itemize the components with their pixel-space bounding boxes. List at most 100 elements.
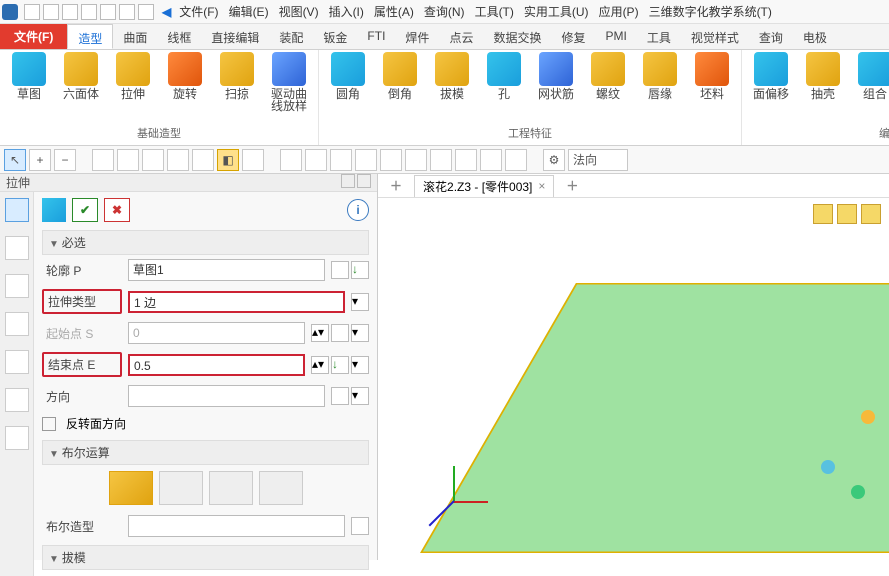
- new-icon[interactable]: [24, 4, 40, 20]
- section-required[interactable]: 必选: [42, 230, 369, 255]
- cursor-icon[interactable]: ↖: [4, 149, 26, 171]
- filter4-icon[interactable]: [167, 149, 189, 171]
- bool-base-button[interactable]: [109, 471, 153, 505]
- menu-utility[interactable]: 实用工具(U): [520, 1, 593, 22]
- cmd-hole[interactable]: 孔: [481, 52, 527, 100]
- add-doc-button[interactable]: ＋: [384, 177, 408, 194]
- snap1-icon[interactable]: [280, 149, 302, 171]
- dd-icon[interactable]: ▾: [351, 356, 369, 374]
- close-icon[interactable]: [357, 174, 371, 188]
- cmd-rib[interactable]: 网状筋: [533, 52, 579, 100]
- tab-dataex[interactable]: 数据交换: [483, 24, 551, 49]
- filter2-icon[interactable]: [117, 149, 139, 171]
- cmd-sweep[interactable]: 扫掠: [214, 52, 260, 100]
- add-doc-button-2[interactable]: ＋: [560, 177, 584, 194]
- snap10-icon[interactable]: [505, 149, 527, 171]
- cmd-hexahedron[interactable]: 六面体: [58, 52, 104, 100]
- pick-dir-icon[interactable]: [331, 387, 349, 405]
- menu-3dteach[interactable]: 三维数字化教学系统(T): [645, 1, 776, 22]
- print-icon[interactable]: [81, 4, 97, 20]
- dropdown-icon[interactable]: ▾: [351, 293, 369, 311]
- tab-tools[interactable]: 工具: [637, 24, 681, 49]
- close-icon[interactable]: ×: [538, 179, 545, 193]
- down-arrow-icon[interactable]: ↓: [351, 261, 369, 279]
- dd-icon[interactable]: ▾: [351, 324, 369, 342]
- pin-icon[interactable]: [341, 174, 355, 188]
- cmd-loft[interactable]: 驱动曲线放样: [266, 52, 312, 112]
- dd-icon[interactable]: ▾: [351, 387, 369, 405]
- cmd-lip[interactable]: 唇缘: [637, 52, 683, 100]
- sidenav-layer-icon[interactable]: [5, 274, 29, 298]
- file-tab[interactable]: 文件(F): [0, 24, 67, 49]
- tab-repair[interactable]: 修复: [551, 24, 595, 49]
- save-icon[interactable]: [62, 4, 78, 20]
- sidenav-link-icon[interactable]: [5, 426, 29, 450]
- sidenav-view-icon[interactable]: [5, 312, 29, 336]
- tab-assembly[interactable]: 装配: [269, 24, 313, 49]
- bool-sub-button[interactable]: [209, 471, 253, 505]
- viewcube-node[interactable]: [821, 460, 835, 474]
- snap2-icon[interactable]: [305, 149, 327, 171]
- tab-wireframe[interactable]: 线框: [157, 24, 201, 49]
- calc-icon[interactable]: [331, 324, 349, 342]
- spinner-icon[interactable]: ▴▾: [311, 324, 329, 342]
- viewcube-node[interactable]: [851, 485, 865, 499]
- menu-app[interactable]: 应用(P): [595, 1, 643, 22]
- tab-pmi[interactable]: PMI: [595, 24, 636, 49]
- sidenav-image-icon[interactable]: [5, 350, 29, 374]
- filter7-icon[interactable]: [242, 149, 264, 171]
- section-draft[interactable]: 拔模: [42, 545, 369, 570]
- cmd-blank[interactable]: 坯料: [689, 52, 735, 100]
- menu-insert[interactable]: 插入(I): [325, 1, 368, 22]
- canvas-3d[interactable]: [378, 198, 889, 560]
- cmd-combine[interactable]: 组合: [852, 52, 889, 100]
- sidenav-tree-icon[interactable]: [5, 236, 29, 260]
- menu-view[interactable]: 视图(V): [275, 1, 323, 22]
- sidenav-user-icon[interactable]: [5, 388, 29, 412]
- tab-sheetmetal[interactable]: 钣金: [313, 24, 357, 49]
- document-tab[interactable]: 滚花2.Z3 - [零件003] ×: [414, 175, 554, 197]
- view-cube[interactable]: [811, 410, 881, 500]
- checkbox-flip[interactable]: [42, 417, 56, 431]
- refresh-icon[interactable]: [138, 4, 154, 20]
- snap4-icon[interactable]: [355, 149, 377, 171]
- input-direction[interactable]: [128, 385, 325, 407]
- cmd-revolve[interactable]: 旋转: [162, 52, 208, 100]
- tab-directedit[interactable]: 直接编辑: [201, 24, 269, 49]
- cmd-chamfer[interactable]: 倒角: [377, 52, 423, 100]
- viewcube-node[interactable]: [861, 410, 875, 424]
- input-booltype[interactable]: [128, 515, 345, 537]
- filter5-icon[interactable]: [192, 149, 214, 171]
- snap3-icon[interactable]: [330, 149, 352, 171]
- tab-query[interactable]: 查询: [749, 24, 793, 49]
- snap9-icon[interactable]: [480, 149, 502, 171]
- spinner-icon[interactable]: ▴▾: [311, 356, 329, 374]
- open-icon[interactable]: [43, 4, 59, 20]
- bool-intersect-button[interactable]: [259, 471, 303, 505]
- input-start[interactable]: 0: [128, 322, 305, 344]
- sidenav-feature-icon[interactable]: [5, 198, 29, 222]
- plus-icon[interactable]: +: [29, 149, 51, 171]
- tab-fti[interactable]: FTI: [357, 24, 395, 49]
- viewport[interactable]: ＋ 滚花2.Z3 - [零件003] × ＋: [378, 174, 889, 560]
- snap6-icon[interactable]: [405, 149, 427, 171]
- snap8-icon[interactable]: [455, 149, 477, 171]
- back-arrow-icon[interactable]: ◀: [160, 5, 173, 19]
- menu-query[interactable]: 查询(N): [420, 1, 469, 22]
- menu-tools[interactable]: 工具(T): [471, 1, 518, 22]
- calc-icon[interactable]: ↓: [331, 356, 349, 374]
- cmd-extrude[interactable]: 拉伸: [110, 52, 156, 100]
- input-profile[interactable]: 草图1: [128, 259, 325, 281]
- cmd-fillet[interactable]: 圆角: [325, 52, 371, 100]
- tab-electrode[interactable]: 电极: [793, 24, 837, 49]
- input-type[interactable]: 1 边: [128, 291, 345, 313]
- minus-icon[interactable]: −: [54, 149, 76, 171]
- filter6-icon[interactable]: ◧: [217, 149, 239, 171]
- gear-icon[interactable]: ⚙: [543, 149, 565, 171]
- undo-icon[interactable]: [100, 4, 116, 20]
- menu-file[interactable]: 文件(F): [175, 1, 222, 22]
- tab-surface[interactable]: 曲面: [113, 24, 157, 49]
- menu-edit[interactable]: 编辑(E): [225, 1, 273, 22]
- input-end[interactable]: 0.5: [128, 354, 305, 376]
- cmd-shell[interactable]: 抽壳: [800, 52, 846, 100]
